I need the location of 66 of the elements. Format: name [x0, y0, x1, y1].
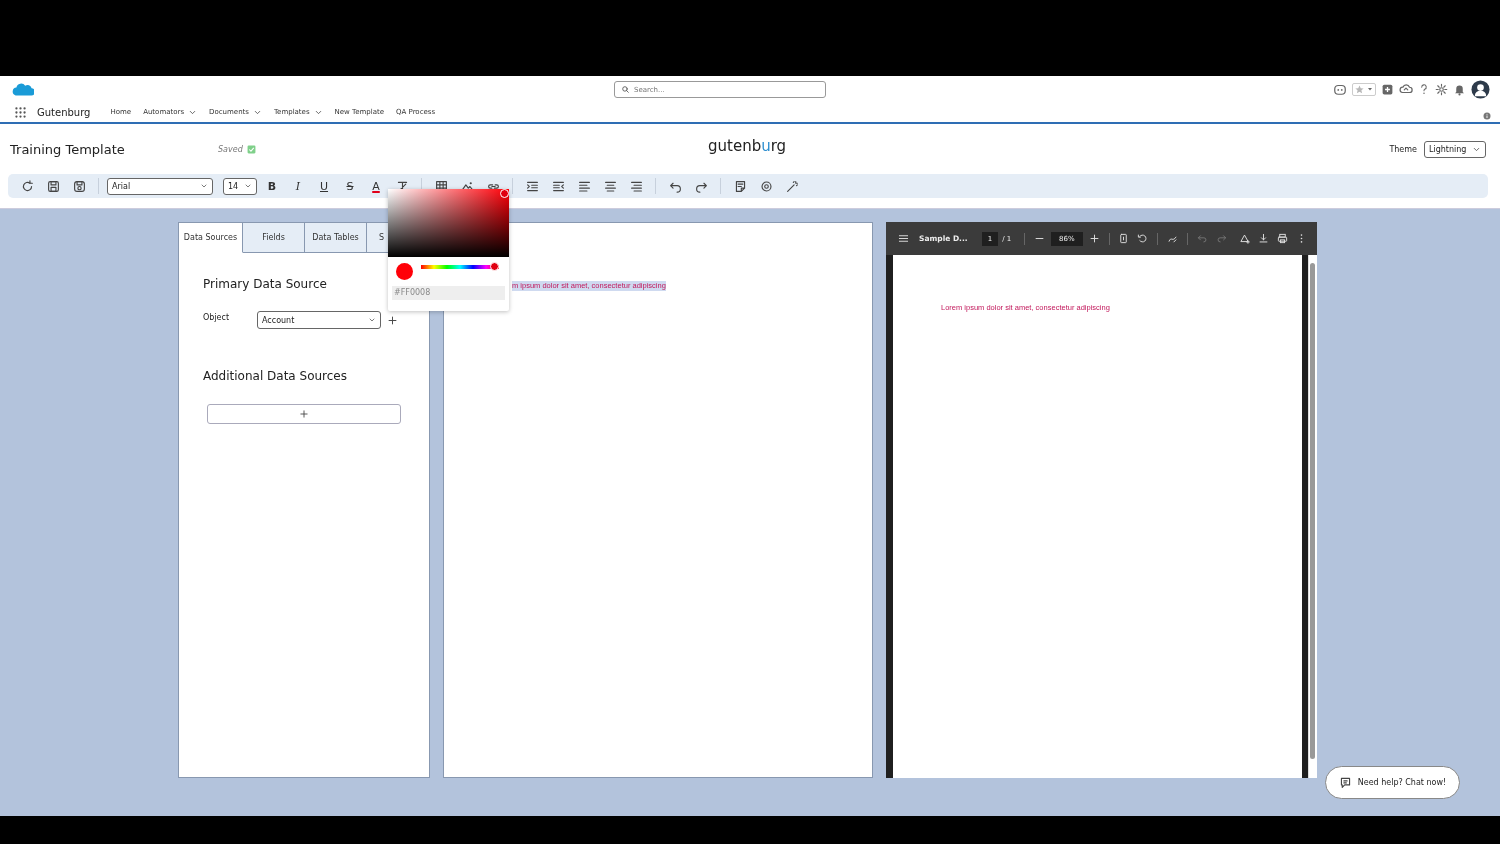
align-center-icon	[603, 179, 617, 193]
page-fit-icon	[1118, 233, 1130, 244]
plus-icon	[1088, 233, 1100, 244]
font-select[interactable]: Arial	[107, 177, 213, 195]
chat-button[interactable]: Need help? Chat now!	[1325, 766, 1460, 799]
app-launcher-icon[interactable]	[14, 105, 27, 119]
undo-icon	[1197, 233, 1208, 244]
chat-bubble-icon	[1338, 776, 1352, 789]
save-as-icon	[72, 179, 86, 193]
check-icon	[246, 144, 256, 154]
panel-tab[interactable]: Fields	[243, 223, 305, 253]
menu-icon	[898, 233, 909, 244]
bold-button[interactable]: B	[259, 176, 285, 196]
download-icon	[1257, 233, 1269, 244]
star-icon	[1354, 83, 1365, 95]
magic-wand-icon	[785, 179, 799, 193]
settings-icon	[759, 179, 773, 193]
info-icon	[1483, 112, 1491, 120]
notes-icon	[733, 179, 747, 193]
template-title: Training Template	[10, 141, 126, 157]
strikethrough-button[interactable]: S	[337, 176, 363, 196]
color-swatch	[396, 263, 413, 280]
add-icon	[299, 409, 309, 419]
refresh-icon	[20, 179, 34, 193]
chevron-down-icon	[200, 182, 208, 190]
rotate-icon	[1137, 233, 1149, 244]
text-color-button[interactable]: A	[363, 176, 389, 196]
object-select[interactable]: Account	[257, 311, 381, 329]
add-icon[interactable]	[387, 314, 398, 326]
bell-icon[interactable]	[1453, 82, 1466, 96]
avatar-icon[interactable]	[1471, 79, 1490, 99]
robot-icon[interactable]	[1333, 82, 1347, 96]
indent-icon	[525, 179, 539, 193]
add-icon[interactable]	[1381, 82, 1394, 96]
picker-handle[interactable]	[500, 189, 509, 198]
caret-icon	[1366, 85, 1374, 93]
save-icon	[46, 179, 60, 193]
outdent-icon	[551, 179, 565, 193]
theme-select[interactable]: Lightning	[1424, 140, 1486, 158]
settings-icon[interactable]	[1435, 82, 1448, 96]
italic-button[interactable]: I	[285, 176, 311, 196]
chevron-down-icon	[244, 182, 252, 190]
hue-slider[interactable]	[421, 262, 499, 271]
theme-label: Theme	[1389, 144, 1417, 154]
gutenburg-logo: gutenburg	[708, 137, 787, 155]
print-icon	[1276, 233, 1288, 244]
font-size-select[interactable]: 14	[223, 177, 257, 195]
annotate-icon	[1238, 233, 1250, 244]
align-left-icon	[577, 179, 591, 193]
scrollbar[interactable]	[1308, 255, 1317, 778]
cloud-icon[interactable]	[1399, 82, 1413, 96]
app-name: Gutenburg	[37, 106, 91, 118]
section-heading: Additional Data Sources	[203, 369, 348, 383]
section-heading: Primary Data Source	[203, 277, 328, 291]
redo-icon	[1215, 233, 1227, 244]
saved-status: Saved	[218, 144, 243, 154]
search-icon	[621, 85, 630, 94]
hue-slider-thumb[interactable]	[490, 262, 499, 271]
panel-tab[interactable]: Data Tables	[305, 223, 367, 253]
align-right-icon	[629, 179, 643, 193]
cloud-logo-icon[interactable]	[10, 81, 34, 97]
help-icon[interactable]	[1418, 83, 1430, 95]
underline-button[interactable]: U	[311, 176, 337, 196]
object-label: Object	[203, 312, 231, 322]
saturation-area[interactable]	[388, 189, 509, 257]
chevron-down-icon	[368, 316, 376, 324]
